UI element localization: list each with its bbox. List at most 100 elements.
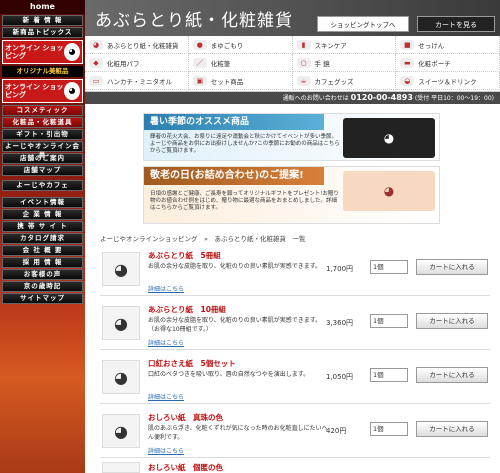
category-item[interactable]: ■ せっけん <box>396 36 500 54</box>
product-name[interactable]: あぶらとり紙 10冊組 <box>148 304 226 315</box>
yojiya-face-icon: ◕ <box>64 82 80 100</box>
add-to-cart-button[interactable]: カートに入れる <box>416 259 488 275</box>
category-item[interactable]: ◆ 化粧用パフ <box>85 54 189 72</box>
add-to-cart-button[interactable]: カートに入れる <box>416 367 488 383</box>
category-label: スキンケア <box>314 41 347 50</box>
nav-store[interactable]: 店舗のご案内 <box>2 153 83 164</box>
home-link[interactable]: home <box>0 0 85 14</box>
category-label: ハンカチ・ミニタオル <box>107 77 172 86</box>
product-image[interactable]: ◕ <box>102 306 140 340</box>
category-icon: ／ <box>192 57 207 68</box>
product-desc: お肌の余分な皮脂を取り、化粧のりの良い素肌が実感できます。（お得な10冊組です。… <box>148 317 322 333</box>
breadcrumb[interactable]: よーじやオンラインショッピング » あぶらとり紙・化粧雑貨 一覧 <box>100 233 305 243</box>
product-row: ◕ あぶらとり紙 5冊組 お肌の余分な皮脂を取り、化粧のりの良い素肌が実感できま… <box>100 246 490 296</box>
product-detail-link[interactable]: 詳細はこちら <box>148 446 184 455</box>
category-item[interactable]: ○ 手 鏡 <box>292 54 397 72</box>
quantity-select[interactable]: 1個 <box>370 368 408 382</box>
product-price: 1,050円 <box>326 373 354 381</box>
category-icon: ◕ <box>89 39 103 50</box>
phone-label: 通販へのお問い合わせは <box>282 95 349 102</box>
nav-voice[interactable]: お客様の声 <box>2 269 83 280</box>
category-label: スイーツ＆ドリンク <box>418 77 477 86</box>
category-label: 手 鏡 <box>314 59 330 68</box>
sidebar: home 新 着 情 報 新商品トピックス オンライン ショッピング ◕ オリジナ… <box>0 0 85 473</box>
nav-online-shop-2[interactable]: オンライン ショッピング ◕ <box>2 79 83 103</box>
view-cart-button[interactable]: カートを見る <box>417 16 495 32</box>
category-item[interactable]: ▣ セット商品 <box>188 72 293 90</box>
category-item[interactable]: ◒ スイーツ＆ドリンク <box>396 72 500 90</box>
quantity-select[interactable]: 1個 <box>370 422 408 436</box>
phone-hours: (受付 平日10：00～19：00) <box>414 95 494 102</box>
nav-original[interactable]: オリジナル美粧品 <box>2 66 83 77</box>
product-name[interactable]: あぶらとり紙 5冊組 <box>148 250 221 261</box>
phone-number: 0120-00-4893 <box>350 93 413 102</box>
nav-online-shop-2-label: オンライン ショッピング <box>5 83 64 99</box>
product-detail-link[interactable]: 詳細はこちら <box>148 392 184 401</box>
quantity-select[interactable]: 1個 <box>370 314 408 328</box>
product-desc: 口紅のベタつきを吸い取り、唇の自然なつやを演出します。 <box>148 371 310 378</box>
respect-aged-banner[interactable]: 敬老の日(お詰め合わせ)のご提案! 日頃の感謝とご健康、ご長寿を願ってオリジナル… <box>143 166 440 224</box>
nav-online-shop[interactable]: オンライン ショッピング ◕ <box>2 40 83 64</box>
category-item[interactable]: ／化粧筆 <box>188 54 293 72</box>
nav-mobile[interactable]: 携 帯 サ イ ト <box>2 221 83 232</box>
summer-banner-title: 暑い季節のオススメ商品 <box>144 114 324 130</box>
category-grid: ◕ あぶらとり紙・化粧雑貨 ● まゆごもり ▮ スキンケア ■ せっけん ◆ 化粧用パフ … <box>85 36 500 92</box>
nav-gift[interactable]: ギフト・引出物 <box>2 129 83 140</box>
category-icon: ◆ <box>89 57 103 68</box>
phone-bar: 通販へのお問い合わせは 0120-00-4893 (受付 平日10：00～19：… <box>85 92 500 104</box>
yojiya-face-icon: ◕ <box>64 43 80 61</box>
nav-catalog[interactable]: カタログ請求 <box>2 233 83 244</box>
category-label: 化粧筆 <box>210 59 231 68</box>
nav-cafe[interactable]: よーじやカフェ <box>2 180 83 191</box>
category-item[interactable]: ▬ 化粧ポーチ <box>396 54 500 72</box>
nav-company[interactable]: 企 業 情 報 <box>2 209 83 220</box>
nav-news[interactable]: 新 着 情 報 <box>2 15 83 26</box>
product-price: 420円 <box>326 427 347 435</box>
product-row: ◕ あぶらとり紙 10冊組 お肌の余分な皮脂を取り、化粧のりの良い素肌が実感でき… <box>100 300 490 350</box>
product-desc: お肌の余分な皮脂を取り、化粧のりの良い素肌が実感できます。 <box>148 263 322 270</box>
product-image[interactable] <box>102 462 140 473</box>
product-name[interactable]: 口紅おさえ紙 5個セット <box>148 358 236 369</box>
nav-event[interactable]: イベント情報 <box>2 197 83 208</box>
add-to-cart-button[interactable]: カートに入れる <box>416 313 488 329</box>
shopping-top-button[interactable]: ショッピングトップへ <box>317 16 409 32</box>
quantity-select[interactable]: 1個 <box>370 260 408 274</box>
nav-calendar[interactable]: 京の歳時記 <box>2 281 83 292</box>
product-image[interactable]: ◕ <box>102 360 140 394</box>
category-label: せっけん <box>418 41 445 50</box>
nav-about[interactable]: 会 社 概 要 <box>2 245 83 256</box>
product-price: 3,360円 <box>326 319 354 327</box>
product-detail-link[interactable]: 詳細はこちら <box>148 284 184 293</box>
add-to-cart-button[interactable]: カートに入れる <box>416 421 488 437</box>
product-image[interactable]: ◕ <box>102 414 140 448</box>
category-item[interactable]: ● まゆごもり <box>188 36 293 54</box>
product-price: 1,700円 <box>326 265 354 273</box>
summer-banner[interactable]: 暑い季節のオススメ商品 輝者の花火大会、お祭りに遠足や運動会と秋にかけてイベント… <box>143 113 440 161</box>
nav-recruit[interactable]: 採 用 情 報 <box>2 257 83 268</box>
nav-cosmetic-sub[interactable]: 化粧品・化粧道具 <box>2 117 83 128</box>
nav-topics[interactable]: 新商品トピックス <box>2 27 83 38</box>
product-desc: 肌のあぶら浮き、化粧くずれが気になった時のお化粧直しにたいへん便利です。 <box>148 425 328 441</box>
product-name[interactable]: おしろい紙 個匿の色 <box>148 462 223 473</box>
product-name[interactable]: おしろい紙 真珠の色 <box>148 412 223 423</box>
category-icon: ▭ <box>89 75 103 86</box>
category-label: 化粧ポーチ <box>418 59 451 68</box>
product-detail-link[interactable]: 詳細はこちら <box>148 338 184 347</box>
product-row: おしろい紙 個匿の色 <box>100 460 490 473</box>
category-item[interactable]: ▮ スキンケア <box>292 36 397 54</box>
category-label: まゆごもり <box>210 41 244 50</box>
category-item[interactable]: ▭ ハンカチ・ミニタオル <box>85 72 189 90</box>
category-icon: ☕ <box>296 75 311 86</box>
respect-aged-banner-body: 日頃の感謝とご健康、ご長寿を願ってオリジナルギフトをプレゼント!お贈り物のお値合… <box>150 191 339 211</box>
product-image[interactable]: ◕ <box>102 252 140 286</box>
category-icon: ■ <box>400 39 415 50</box>
nav-cosmetic[interactable]: コスメティック <box>2 105 83 116</box>
gift-image: ◕ <box>343 171 435 211</box>
nav-store-map[interactable]: 店舗マップ <box>2 165 83 176</box>
category-icon: ▬ <box>400 57 415 68</box>
nav-sitemap[interactable]: サイトマップ <box>2 293 83 304</box>
category-label: セット商品 <box>210 77 244 86</box>
category-item[interactable]: ◕ あぶらとり紙・化粧雑貨 <box>85 36 189 54</box>
nav-member[interactable]: よーじやオンライン会員 <box>2 141 83 159</box>
category-item[interactable]: ☕ カフェグッズ <box>292 72 397 90</box>
